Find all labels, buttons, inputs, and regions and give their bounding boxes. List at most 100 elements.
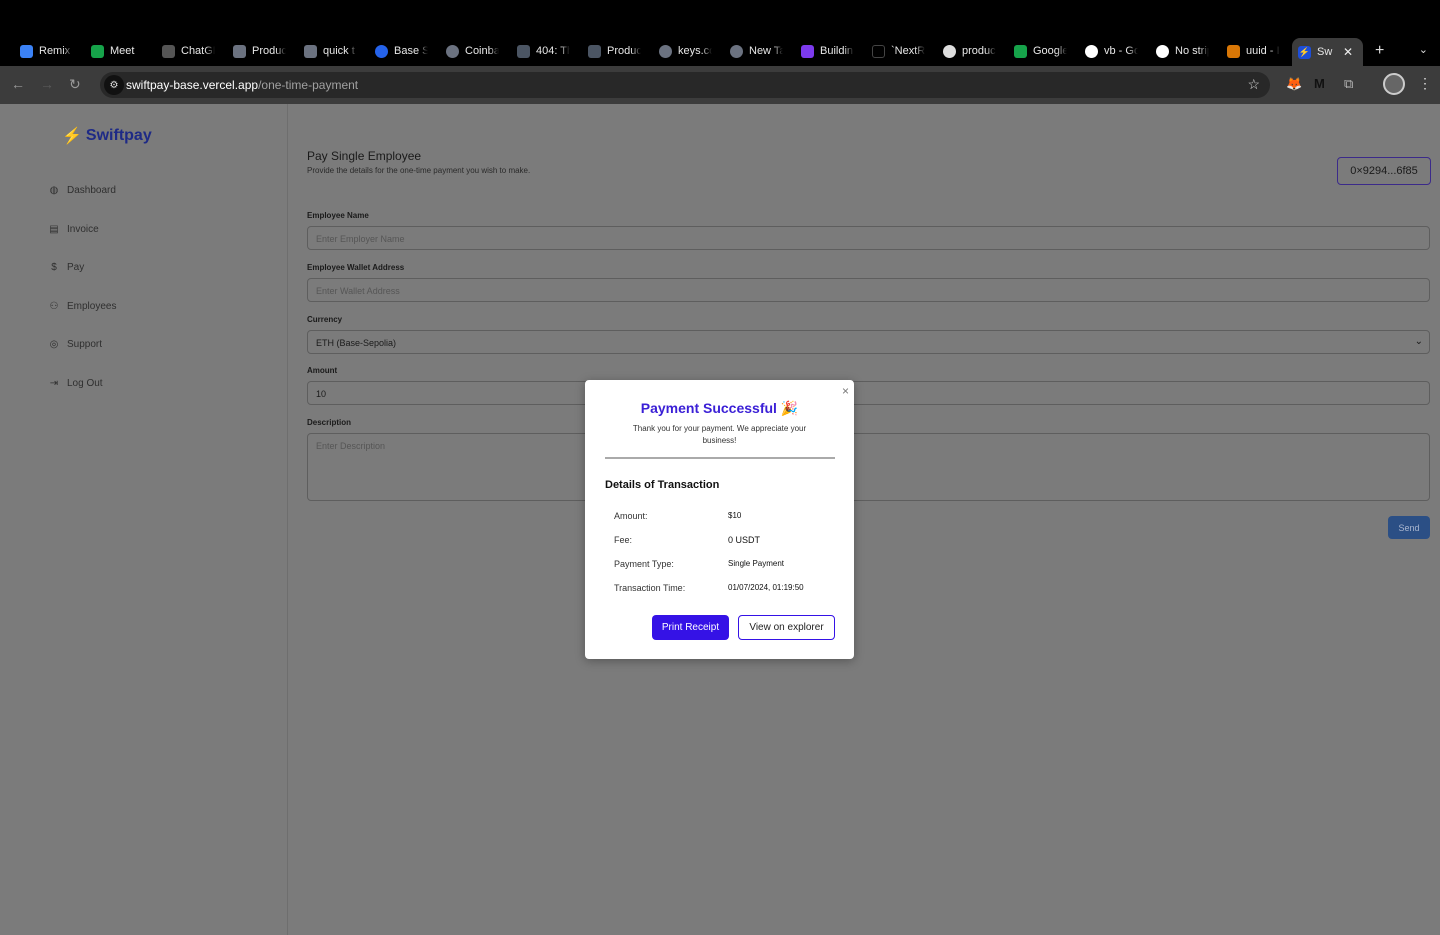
support-icon: ◎ [49,339,59,350]
reload-icon[interactable]: ↻ [69,76,81,93]
address-bar[interactable]: ⚙ swiftpay-base.vercel.app/one-time-paym… [100,72,1270,98]
url-host: swiftpay-base.vercel.app [126,78,259,92]
transaction-time-row-value: 01/07/2024, 01:19:50 [728,583,804,592]
sidebar-item-logout[interactable]: ⇥ Log Out [47,378,103,389]
new-tab-button[interactable]: + [1375,42,1384,60]
bolt-icon: ⚡ [62,128,82,145]
google-icon [1156,44,1169,58]
sidebar-item-label: Employees [67,301,117,312]
send-button[interactable]: Send [1388,516,1430,539]
sidebar-item-pay[interactable]: $ Pay [47,262,84,273]
product-icon [588,44,601,58]
globe-icon [659,44,672,58]
amount-label: Amount [307,366,338,375]
browser-tab[interactable]: keys.co [653,39,724,63]
github-icon [943,44,956,58]
remix-icon [20,44,33,58]
browser-tab[interactable]: produc [937,39,1008,63]
tab-label: Meet [110,45,135,57]
wallet-button[interactable]: 0×9294...6f85 [1337,157,1431,185]
brand-logo[interactable]: ⚡ Swiftpay [62,126,152,146]
metamask-icon[interactable]: 🦊 [1286,76,1302,92]
site-settings-icon[interactable]: ⚙ [104,75,124,95]
tab-label: Google [1033,45,1067,57]
sidebar-item-dashboard[interactable]: ◍ Dashboard [47,185,116,196]
print-receipt-button[interactable]: Print Receipt [652,615,729,640]
sidebar-item-employees[interactable]: ⚇ Employees [47,301,117,312]
wallet-address-input[interactable]: Enter Wallet Address [307,278,1430,302]
details-heading: Details of Transaction [605,479,720,491]
chevron-down-icon: ⌄ [1414,336,1423,347]
employee-name-label: Employee Name [307,211,369,220]
url-path: /one-time-payment [258,78,359,92]
menu-icon[interactable]: ⋮ [1418,75,1432,92]
view-explorer-button[interactable]: View on explorer [738,615,835,640]
meet-icon [91,44,104,58]
404-icon [517,44,530,58]
newtab-icon [730,44,743,58]
page-title: Pay Single Employee [307,149,422,163]
browser-tab[interactable]: vb - Go [1079,39,1150,63]
browser-tab[interactable]: `NextR [866,39,937,63]
employee-name-input[interactable]: Enter Employer Name [307,226,1430,250]
tab-list: Remix - Meet ChatGP Produc quick t Base … [14,38,1384,66]
currency-value: ETH (Base-Sepolia) [316,338,397,348]
browser-tab[interactable]: New Ta [724,39,795,63]
google-icon [1014,44,1027,58]
browser-tab[interactable]: Produc [582,39,653,63]
chevron-down-icon[interactable]: ⌄ [1419,43,1428,56]
amount-row-label: Amount: [614,511,648,521]
logout-icon: ⇥ [49,378,59,389]
browser-tab[interactable]: Google [1008,39,1079,63]
modal-title: Payment Successful 🎉 [640,400,799,416]
browser-tab[interactable]: Base S [369,39,440,63]
extensions-icon[interactable]: ⧉ [1344,76,1353,92]
tab-label: `NextR [891,45,925,57]
close-icon[interactable]: ✕ [1343,45,1353,59]
tab-label: 404: Th [536,45,570,57]
brand-name: Swiftpay [85,127,152,144]
sidebar-item-invoice[interactable]: ▤ Invoice [47,224,98,235]
product-icon [233,44,246,58]
wallet-address-label: Employee Wallet Address [307,263,405,272]
next-icon [872,44,885,58]
currency-select[interactable]: ETH (Base-Sepolia) ⌄ [307,330,1430,354]
browser-toolbar: ← → ↻ ⚙ swiftpay-base.vercel.app/one-tim… [0,66,1440,104]
tab-label: New Ta [749,45,783,57]
medium-icon[interactable]: M [1314,76,1325,91]
avatar[interactable] [1383,73,1405,95]
bootstrap-icon [801,44,814,58]
fee-row-value: 0 USDT [728,535,761,545]
transaction-time-row-label: Transaction Time: [614,583,686,593]
tab-label: Produc [607,45,641,57]
tab-label: quick t [323,45,355,57]
tab-label: uuid - I [1246,45,1280,57]
browser-tab[interactable]: ChatGP [156,39,227,63]
chatgpt-icon [162,44,175,58]
browser-tab[interactable]: uuid - I [1221,39,1292,63]
tab-label: Buildin [820,45,854,57]
browser-tab[interactable]: Coinba [440,39,511,63]
browser-tab-active[interactable]: ⚡ Sw ✕ [1292,38,1363,66]
sidebar-item-label: Pay [67,262,85,273]
amount-input[interactable]: 10 [307,381,1430,405]
browser-tab[interactable]: quick t [298,39,369,63]
bookmark-star-icon[interactable]: ☆ [1247,76,1260,93]
tab-label: Remix - [39,45,73,57]
description-textarea[interactable]: Enter Description [307,433,1430,501]
tab-label: Sw [1317,46,1333,58]
browser-tab[interactable]: Buildin [795,39,866,63]
back-icon[interactable]: ← [11,76,25,92]
payment-success-modal: × Payment Successful 🎉 Thank you for you… [585,380,854,659]
browser-tab[interactable]: Produc [227,39,298,63]
tab-label: Produc [252,45,286,57]
base-icon [375,44,388,58]
browser-tab[interactable]: Remix - [14,39,85,63]
forward-icon[interactable]: → [40,76,54,92]
browser-tab[interactable]: Meet [85,39,156,63]
browser-tab[interactable]: No strip [1150,39,1221,63]
sidebar-item-support[interactable]: ◎ Support [47,339,102,350]
close-icon[interactable]: × [842,384,849,398]
browser-tab[interactable]: 404: Th [511,39,582,63]
divider [605,457,835,459]
